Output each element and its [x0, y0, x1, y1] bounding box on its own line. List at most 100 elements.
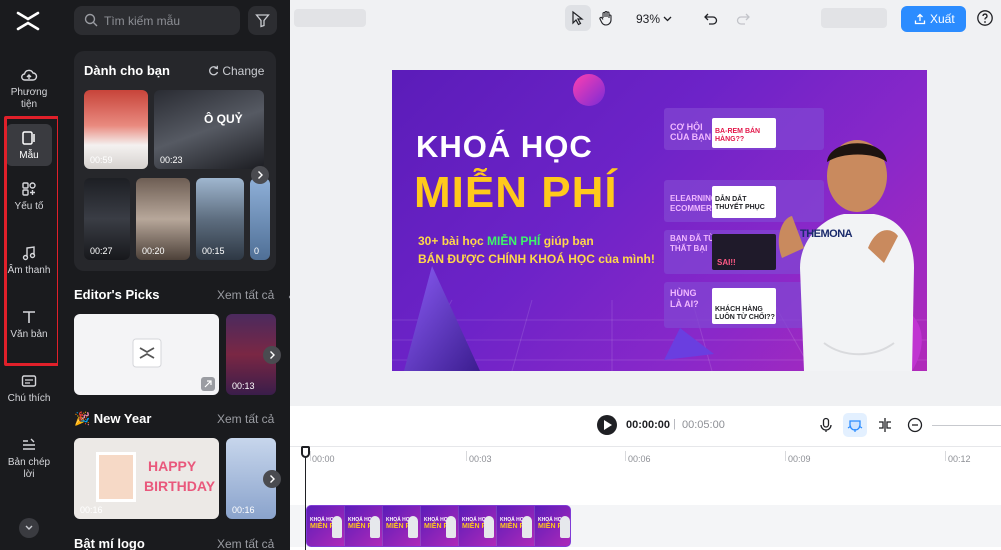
split-button[interactable]: [873, 413, 897, 437]
change-button[interactable]: Change: [208, 64, 264, 78]
refresh-icon: [209, 65, 219, 76]
logo-reveal-see-all[interactable]: Xem tất cả: [217, 537, 274, 550]
undo-button[interactable]: [698, 5, 724, 31]
rail-label-captions: Chú thích: [7, 393, 51, 404]
timeline-zoom-slider[interactable]: [932, 425, 1001, 426]
template-thumb[interactable]: HAPPY BIRTHDAY 00:16: [74, 438, 219, 519]
video-clip[interactable]: KHOÁ HỌC MIỄN PHÍ KHOÁ HỌC MIỄN PHÍ KHOÁ H…: [306, 505, 571, 547]
clip-frame: KHOÁ HỌC MIỄN PHÍ: [497, 506, 535, 546]
undo-icon: [704, 13, 718, 25]
template-thumb[interactable]: 00:27: [84, 178, 130, 260]
redo-button[interactable]: [730, 5, 756, 31]
clip-frame: KHOÁ HỌC MIỄN PHÍ: [383, 506, 421, 546]
transcript-icon: [23, 438, 35, 450]
duration-label: 0: [254, 246, 260, 256]
search-input[interactable]: [104, 6, 234, 35]
clip-frame: KHOÁ HỌC MIỄN PHÍ: [307, 506, 345, 546]
select-tool-button[interactable]: [565, 5, 591, 31]
chat-card-title: ELEARNING ECOMMERCE: [670, 194, 723, 213]
photo-frame: [96, 452, 136, 502]
capcut-logo-icon[interactable]: [16, 10, 40, 32]
chevron-down-icon: [25, 525, 33, 530]
tick-label: 00:06: [628, 454, 651, 464]
project-title-placeholder: [294, 9, 366, 27]
timeline-ruler: 00:00 00:03 00:06 00:09 00:12: [290, 446, 1001, 468]
duration-label: 00:13: [232, 381, 255, 391]
current-time: 00:00:00: [626, 419, 671, 431]
chat-card-title: HÙNG LÀ AI?: [670, 288, 699, 309]
change-label: Change: [222, 64, 265, 78]
left-rail: Phương tiện Mẫu Yếu tố Âm thanh Văn bản …: [0, 0, 60, 550]
scroll-right-button[interactable]: [251, 166, 269, 184]
rail-label-transcript: Bản chép lời: [7, 457, 51, 480]
video-canvas[interactable]: KHOÁ HỌC MIỄN PHÍ 30+ bài học MIỄN PHÍ g…: [392, 70, 927, 371]
total-time: 00:05:00: [682, 419, 725, 431]
timeline-panel: 00:00:00 | 00:05:00 00:00 00:03 00:06 00…: [290, 406, 1001, 550]
play-button[interactable]: [597, 415, 617, 435]
playhead-line: [305, 446, 306, 550]
chevron-right-icon: [258, 171, 263, 179]
subtitle-part: 30+ bài học: [418, 234, 488, 248]
help-icon[interactable]: [976, 9, 994, 27]
redo-icon: [736, 13, 750, 25]
subtitle-part: giúp bạn: [540, 234, 594, 248]
duration-label: 00:20: [142, 246, 165, 256]
playhead-handle[interactable]: [301, 446, 310, 458]
thumb-caption: BIRTHDAY: [144, 478, 216, 494]
cloud-upload-icon: [21, 69, 38, 81]
canvas-heading-2: MIỄN PHÍ: [414, 168, 618, 217]
scroll-right-button[interactable]: [263, 470, 281, 488]
export-label: Xuất: [930, 12, 955, 26]
filter-button[interactable]: [248, 6, 277, 35]
expand-icon: [201, 377, 215, 391]
editors-picks-see-all[interactable]: Xem tất cả: [217, 288, 274, 302]
zoom-out-button[interactable]: [903, 413, 927, 437]
highlight-box: [4, 116, 60, 366]
voiceover-button[interactable]: [814, 413, 838, 437]
scroll-right-button[interactable]: [263, 346, 281, 364]
tick-label: 00:12: [948, 454, 971, 464]
filter-icon: [255, 14, 270, 28]
editors-picks-title: Editor's Picks: [74, 287, 160, 302]
zoom-dropdown[interactable]: 93%: [636, 12, 672, 26]
microphone-icon: [820, 417, 832, 432]
subtitle-highlight: MIỄN PHÍ: [487, 234, 541, 248]
expand-more-button[interactable]: [19, 518, 39, 538]
duration-label: 00:27: [90, 246, 113, 256]
captions-icon: [21, 375, 37, 387]
rail-item-media[interactable]: Phương tiện: [6, 66, 52, 111]
template-thumb[interactable]: [74, 314, 219, 395]
duration-label: 00:16: [232, 505, 255, 515]
template-thumb[interactable]: Ô QUỶ 00:23: [154, 90, 264, 169]
template-search[interactable]: [74, 6, 240, 35]
chat-card-title: BẠN ĐÃ TỪ THẤT BẠI: [670, 234, 715, 253]
template-thumb[interactable]: 00:59: [84, 90, 148, 169]
thumb-caption: Ô QUỶ: [204, 112, 243, 126]
rail-item-transcript[interactable]: Bản chép lời: [6, 436, 52, 481]
duration-label: 00:59: [90, 155, 113, 165]
chat-card-tag: SAI!!: [717, 258, 736, 267]
tick-label: 00:03: [469, 454, 492, 464]
canvas-subtitle-2: BÁN ĐƯỢC CHÍNH KHOÁ HỌC của mình!: [418, 252, 655, 266]
presenter-image: [778, 140, 914, 371]
template-thumb[interactable]: 00:20: [136, 178, 190, 260]
capcut-placeholder-icon: [132, 338, 162, 368]
templates-panel: Dành cho bạn Change 00:59 Ô QUỶ 00:23 00…: [58, 0, 290, 550]
auto-snap-button[interactable]: [843, 413, 867, 437]
hand-tool-button[interactable]: [593, 5, 619, 31]
clip-frame: KHOÁ HỌC MIỄN PHÍ: [421, 506, 459, 546]
shirt-logo-text: THEMONA: [800, 228, 853, 240]
rail-item-captions[interactable]: Chú thích: [6, 372, 52, 405]
clip-frame: KHOÁ HỌC MIỄN PHÍ: [459, 506, 497, 546]
template-thumb[interactable]: 0: [250, 178, 270, 260]
magnet-icon: [847, 420, 863, 432]
duration-label: 00:23: [160, 155, 183, 165]
tick-label: 00:00: [312, 454, 335, 464]
template-thumb[interactable]: 00:15: [196, 178, 244, 260]
new-year-see-all[interactable]: Xem tất cả: [217, 412, 274, 426]
chevron-right-icon: [270, 475, 275, 483]
export-icon: [914, 13, 926, 25]
minus-circle-icon: [907, 417, 923, 433]
export-button[interactable]: Xuất: [901, 6, 966, 32]
duration-label: 00:15: [202, 246, 225, 256]
